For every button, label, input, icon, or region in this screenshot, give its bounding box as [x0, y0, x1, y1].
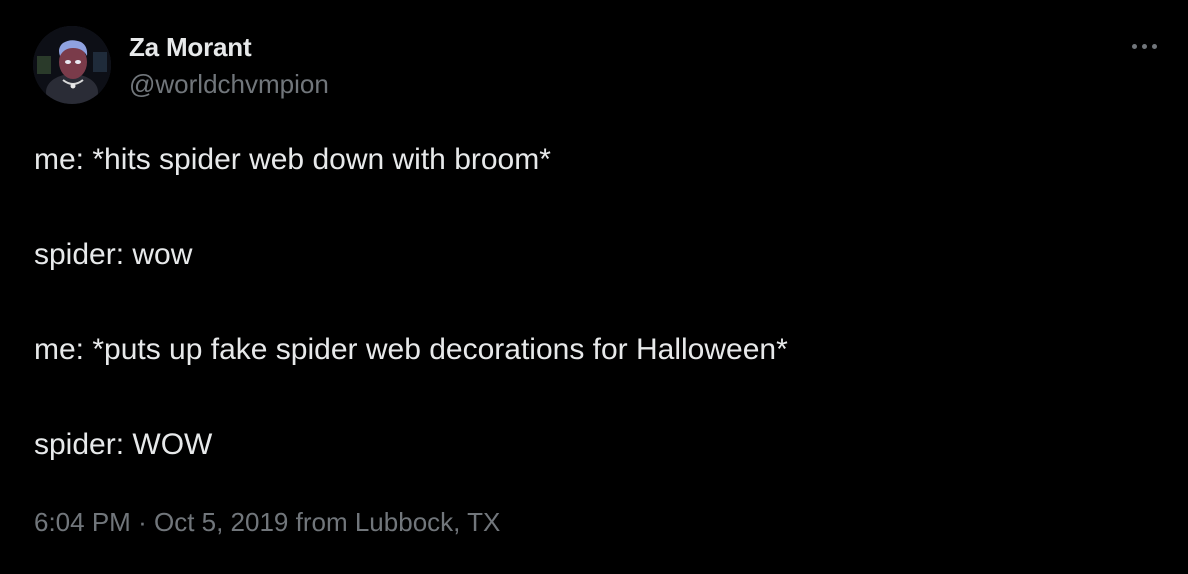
- user-handle[interactable]: @worldchvmpion: [129, 67, 329, 101]
- tweet-line: me: *hits spider web down with broom*: [34, 143, 551, 176]
- tweet-line: me: *puts up fake spider web decorations…: [34, 333, 788, 366]
- more-options-button[interactable]: [1126, 34, 1162, 58]
- meta-separator: ·: [138, 507, 147, 537]
- more-horizontal-icon: [1131, 43, 1137, 49]
- tweet-date[interactable]: Oct 5, 2019: [154, 507, 288, 537]
- author-names: Za Morant @worldchvmpion: [129, 31, 329, 101]
- tweet-line: spider: wow: [34, 238, 193, 271]
- tweet-text: me: *hits spider web down with broom* sp…: [34, 140, 1154, 465]
- tweet-card: Za Morant @worldchvmpion me: *hits spide…: [0, 0, 1188, 574]
- tweet-line: spider: WOW: [34, 428, 213, 461]
- tweet-source: from Lubbock, TX: [295, 507, 501, 537]
- avatar[interactable]: [33, 26, 111, 104]
- avatar-image: [33, 26, 111, 104]
- more-horizontal-icon: [1141, 43, 1147, 49]
- tweet-header: Za Morant @worldchvmpion: [33, 26, 329, 106]
- tweet-time[interactable]: 6:04 PM: [34, 507, 131, 537]
- display-name[interactable]: Za Morant: [129, 31, 329, 63]
- more-horizontal-icon: [1151, 43, 1157, 49]
- tweet-metadata: 6:04 PM · Oct 5, 2019 from Lubbock, TX: [34, 502, 500, 542]
